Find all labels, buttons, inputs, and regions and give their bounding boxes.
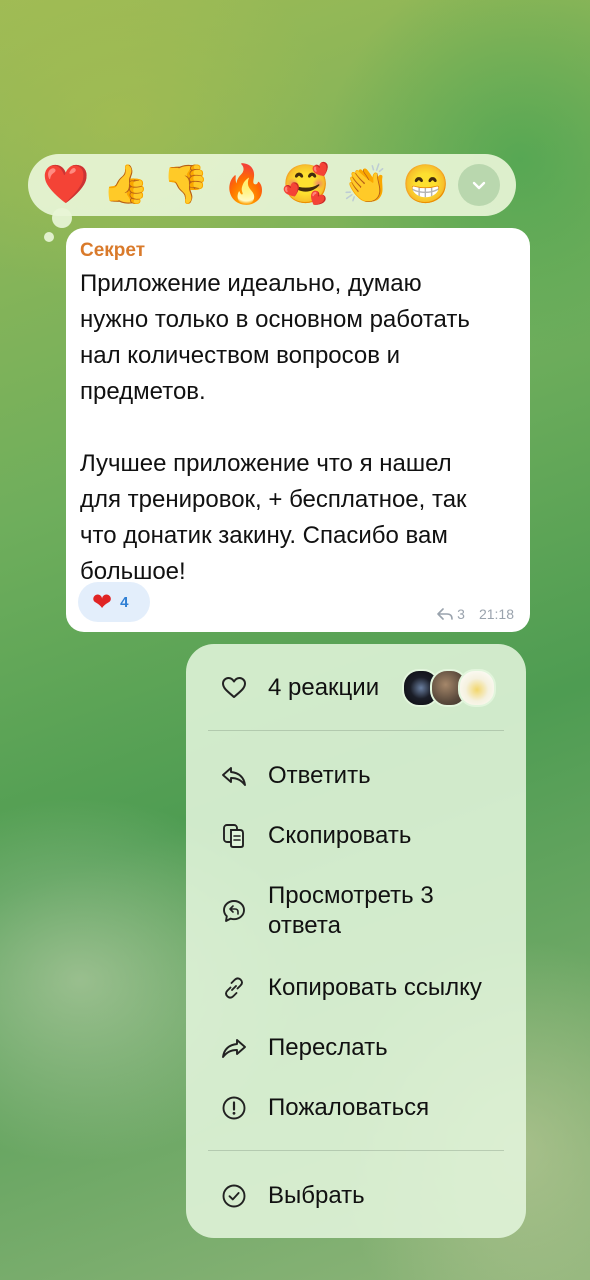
reaction-smiling-hearts[interactable]: 🥰 xyxy=(276,155,336,215)
menu-item-label: Пожаловаться xyxy=(268,1094,430,1121)
reaction-clap[interactable]: 👏 xyxy=(336,155,396,215)
reaction-count: 4 xyxy=(120,593,129,611)
text-line: Лучшее приложение что я нашел xyxy=(80,450,452,477)
select-icon xyxy=(220,1182,248,1210)
heart-icon: ❤ xyxy=(92,588,113,616)
link-icon xyxy=(220,974,248,1002)
text-line: нал количеством вопросов и xyxy=(80,342,401,369)
message-time: 21:18 xyxy=(478,606,514,622)
text-line: предметов. xyxy=(80,378,206,405)
label-line: ответа xyxy=(268,912,341,939)
reply-icon xyxy=(220,762,248,790)
report-item[interactable]: Пожаловаться xyxy=(186,1090,526,1126)
text-line: для тренировок, + бесплатное, так xyxy=(80,486,467,513)
context-menu: 4 реакции Ответить Скопировать Просмотре… xyxy=(186,644,526,1238)
label-line: Просмотреть 3 xyxy=(268,882,434,909)
reactor-avatars xyxy=(402,669,496,707)
picker-tail-small xyxy=(44,232,54,242)
copy-item[interactable]: Скопировать xyxy=(186,818,526,854)
text-line: большое! xyxy=(80,558,186,585)
menu-item-label: Копировать ссылку xyxy=(268,974,482,1001)
reaction-chip[interactable]: ❤ 4 xyxy=(78,582,150,622)
text-line: Приложение идеально, думаю xyxy=(80,270,422,297)
select-item[interactable]: Выбрать xyxy=(186,1178,526,1214)
reaction-heart[interactable]: ❤️ xyxy=(36,155,96,215)
reaction-thumbs-down[interactable]: 👎 xyxy=(156,155,216,215)
replies-count: 3 xyxy=(457,606,465,622)
menu-item-label: Переслать xyxy=(268,1034,388,1061)
menu-item-label: Просмотреть 3 ответа xyxy=(268,881,434,941)
text-line: что донатик закину. Спасибо вам xyxy=(80,522,448,549)
menu-item-label: Скопировать xyxy=(268,822,412,849)
forward-item[interactable]: Переслать xyxy=(186,1030,526,1066)
copy-icon xyxy=(220,822,248,850)
forward-icon xyxy=(220,1034,248,1062)
menu-divider xyxy=(208,730,504,731)
menu-item-label: Выбрать xyxy=(268,1182,365,1209)
avatar xyxy=(458,669,496,707)
menu-divider xyxy=(208,1150,504,1151)
report-icon xyxy=(220,1094,248,1122)
reaction-picker: ❤️ 👍 👎 🔥 🥰 👏 😁 xyxy=(28,154,516,216)
text-line: нужно только в основном работать xyxy=(80,306,470,333)
reaction-thumbs-up[interactable]: 👍 xyxy=(96,155,156,215)
reply-item[interactable]: Ответить xyxy=(186,758,526,794)
menu-item-label: Ответить xyxy=(268,762,371,789)
reactions-row[interactable]: 4 реакции xyxy=(186,668,526,708)
reply-arrow-icon xyxy=(437,608,453,620)
expand-reactions-button[interactable] xyxy=(458,164,500,206)
chevron-down-icon xyxy=(472,181,486,190)
view-replies-item[interactable]: Просмотреть 3 ответа xyxy=(186,878,526,944)
message-meta: 3 21:18 xyxy=(437,606,514,622)
message-text: Приложение идеально, думаю нужно только … xyxy=(80,266,516,590)
message-author: Секрет xyxy=(80,240,146,261)
message-bubble[interactable]: Секрет Приложение идеально, думаю нужно … xyxy=(66,228,530,632)
picker-tail xyxy=(52,208,72,228)
reaction-fire[interactable]: 🔥 xyxy=(216,155,276,215)
copy-link-item[interactable]: Копировать ссылку xyxy=(186,970,526,1006)
reaction-grin[interactable]: 😁 xyxy=(396,155,456,215)
thread-icon xyxy=(220,897,248,925)
reactions-label: 4 реакции xyxy=(268,674,380,701)
heart-outline-icon xyxy=(220,674,248,702)
